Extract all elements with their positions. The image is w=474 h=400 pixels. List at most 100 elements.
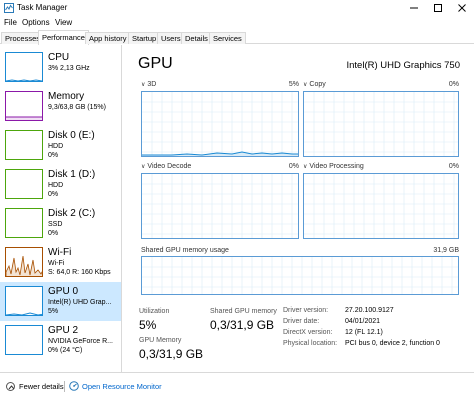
menu-bar: File Options View bbox=[0, 16, 474, 30]
gpu-2-thumbnail-graph bbox=[5, 325, 43, 355]
graph-copy bbox=[303, 91, 459, 157]
sidebar-item-detail: NVIDIA GeForce R... bbox=[48, 338, 113, 345]
tab-services[interactable]: Services bbox=[209, 32, 246, 44]
minimize-button[interactable] bbox=[402, 0, 426, 16]
sidebar-item-disk-1[interactable]: Disk 1 (D:) HDD 0% bbox=[0, 165, 121, 204]
tab-details[interactable]: Details bbox=[181, 32, 212, 44]
sidebar-item-name: Disk 2 (C:) bbox=[48, 208, 96, 219]
sidebar-item-name: GPU 2 bbox=[48, 325, 79, 336]
wifi-thumbnail-graph bbox=[5, 247, 43, 277]
sidebar-item-name: CPU bbox=[48, 52, 70, 63]
directx-version-label: DirectX version: bbox=[283, 329, 333, 336]
sidebar-item-gpu-0[interactable]: GPU 0 Intel(R) UHD Grap... 5% bbox=[0, 282, 121, 321]
graph-video-processing-label[interactable]: ∨ Video Processing bbox=[303, 163, 364, 170]
shared-gpu-memory-value: 0,3/31,9 GB bbox=[210, 318, 275, 332]
shared-gpu-memory-label: Shared GPU memory bbox=[210, 308, 277, 315]
fewer-details-link[interactable]: Fewer details bbox=[19, 382, 64, 391]
window-title: Task Manager bbox=[17, 3, 68, 12]
menu-view[interactable]: View bbox=[55, 18, 72, 27]
footer-divider bbox=[64, 381, 65, 392]
graph-3d-label[interactable]: ∨ 3D bbox=[141, 81, 156, 88]
sidebar-item-name: Memory bbox=[48, 91, 85, 102]
tab-bar: Processes Performance App history Startu… bbox=[0, 30, 474, 45]
sidebar-item-memory[interactable]: Memory 9,3/63,8 GB (15%) bbox=[0, 87, 121, 126]
sidebar-item-name: GPU 0 bbox=[48, 286, 79, 297]
graph-3d bbox=[141, 91, 299, 157]
sidebar-item-usage: 0% bbox=[48, 230, 59, 237]
minimize-icon bbox=[410, 7, 418, 9]
tab-performance[interactable]: Performance bbox=[38, 30, 89, 45]
graph-video-decode-title: Video Decode bbox=[147, 163, 192, 170]
menu-options[interactable]: Options bbox=[22, 18, 50, 27]
disk-0-thumbnail-graph bbox=[5, 130, 43, 160]
shared-memory-graph-label: Shared GPU memory usage bbox=[141, 247, 229, 254]
sidebar-item-detail: Intel(R) UHD Grap... bbox=[48, 299, 112, 306]
dropdown-arrow-icon: ∨ bbox=[303, 82, 308, 88]
physical-location-label: Physical location: bbox=[283, 340, 338, 347]
driver-date-label: Driver date: bbox=[283, 318, 320, 325]
sidebar-item-name: Wi-Fi bbox=[48, 247, 72, 258]
dropdown-arrow-icon: ∨ bbox=[303, 164, 308, 170]
close-button[interactable] bbox=[450, 0, 474, 16]
graph-video-processing bbox=[303, 173, 459, 239]
graph-copy-max: 0% bbox=[448, 81, 459, 88]
sidebar-item-disk-2[interactable]: Disk 2 (C:) SSD 0% bbox=[0, 204, 121, 243]
graph-video-processing-max: 0% bbox=[448, 163, 459, 170]
sidebar-item-detail: HDD bbox=[48, 182, 64, 189]
sidebar-item-name: Disk 1 (D:) bbox=[48, 169, 96, 180]
sidebar-item-cpu[interactable]: CPU 3% 2,13 GHz bbox=[0, 48, 121, 87]
graph-grid bbox=[142, 174, 298, 238]
cpu-thumbnail-graph bbox=[5, 52, 43, 82]
sidebar-item-detail: SSD bbox=[48, 221, 63, 228]
driver-version-value: 27.20.100.9127 bbox=[345, 307, 394, 314]
sidebar-item-usage: 5% bbox=[48, 308, 59, 315]
graph-3d-max: 5% bbox=[288, 81, 299, 88]
open-resource-monitor-link[interactable]: Open Resource Monitor bbox=[82, 382, 162, 391]
graph-copy-title: Copy bbox=[309, 81, 326, 88]
sidebar-item-detail: 9,3/63,8 GB (15%) bbox=[48, 104, 106, 111]
sidebar-item-name: Disk 0 (E:) bbox=[48, 130, 95, 141]
chevron-up-icon[interactable] bbox=[6, 382, 15, 391]
graph-grid bbox=[142, 257, 458, 294]
gpu-detail-panel: GPU Intel(R) UHD Graphics 750 ∨ 3D 5% ∨ Co… bbox=[123, 45, 474, 372]
tab-app-history[interactable]: App history bbox=[85, 32, 131, 44]
driver-date-value: 04/01/2021 bbox=[345, 318, 381, 325]
graph-video-decode-label[interactable]: ∨ Video Decode bbox=[141, 163, 191, 170]
graph-grid bbox=[304, 174, 458, 238]
shared-memory-graph-max: 31,9 GB bbox=[433, 247, 459, 254]
sidebar-item-gpu-2[interactable]: GPU 2 NVIDIA GeForce R... 0% (24 °C) bbox=[0, 321, 121, 360]
driver-version-label: Driver version: bbox=[283, 307, 329, 314]
page-title: GPU bbox=[138, 55, 173, 72]
sidebar-item-disk-0[interactable]: Disk 0 (E:) HDD 0% bbox=[0, 126, 121, 165]
physical-location-value: PCI bus 0, device 2, function 0 bbox=[345, 340, 440, 347]
sidebar-item-usage: 0% bbox=[48, 191, 59, 198]
graph-video-processing-title: Video Processing bbox=[309, 163, 364, 170]
sidebar-item-detail: Wi-Fi bbox=[48, 260, 65, 267]
shared-memory-graph bbox=[141, 256, 459, 295]
resource-monitor-icon[interactable] bbox=[69, 381, 79, 391]
gpu-model-name: Intel(R) UHD Graphics 750 bbox=[346, 60, 460, 71]
performance-sidebar: CPU 3% 2,13 GHz Memory 9,3/63,8 GB (15%)… bbox=[0, 45, 122, 372]
menu-file[interactable]: File bbox=[4, 18, 17, 27]
close-icon bbox=[458, 4, 466, 12]
graph-copy-label[interactable]: ∨ Copy bbox=[303, 81, 326, 88]
graph-grid bbox=[304, 92, 458, 156]
sidebar-item-wifi[interactable]: Wi-Fi Wi-Fi S: 64,0 R: 160 Kbps bbox=[0, 243, 121, 282]
utilization-label: Utilization bbox=[139, 308, 170, 315]
maximize-button[interactable] bbox=[426, 0, 450, 16]
sidebar-item-throughput: S: 64,0 R: 160 Kbps bbox=[48, 269, 111, 276]
dropdown-arrow-icon: ∨ bbox=[141, 82, 146, 88]
sidebar-item-usage: 0% (24 °C) bbox=[48, 347, 83, 354]
footer-bar: Fewer details Open Resource Monitor bbox=[0, 372, 474, 400]
sidebar-item-detail: HDD bbox=[48, 143, 64, 150]
graph-grid bbox=[142, 92, 298, 156]
disk-1-thumbnail-graph bbox=[5, 169, 43, 199]
task-manager-icon bbox=[4, 3, 14, 13]
tab-startup[interactable]: Startup bbox=[128, 32, 161, 44]
sidebar-item-usage: 0% bbox=[48, 152, 59, 159]
title-bar: Task Manager bbox=[0, 0, 474, 16]
gpu-memory-label: GPU Memory bbox=[139, 337, 182, 344]
disk-2-thumbnail-graph bbox=[5, 208, 43, 238]
maximize-icon bbox=[434, 4, 442, 12]
sidebar-item-detail: 3% 2,13 GHz bbox=[48, 65, 90, 72]
